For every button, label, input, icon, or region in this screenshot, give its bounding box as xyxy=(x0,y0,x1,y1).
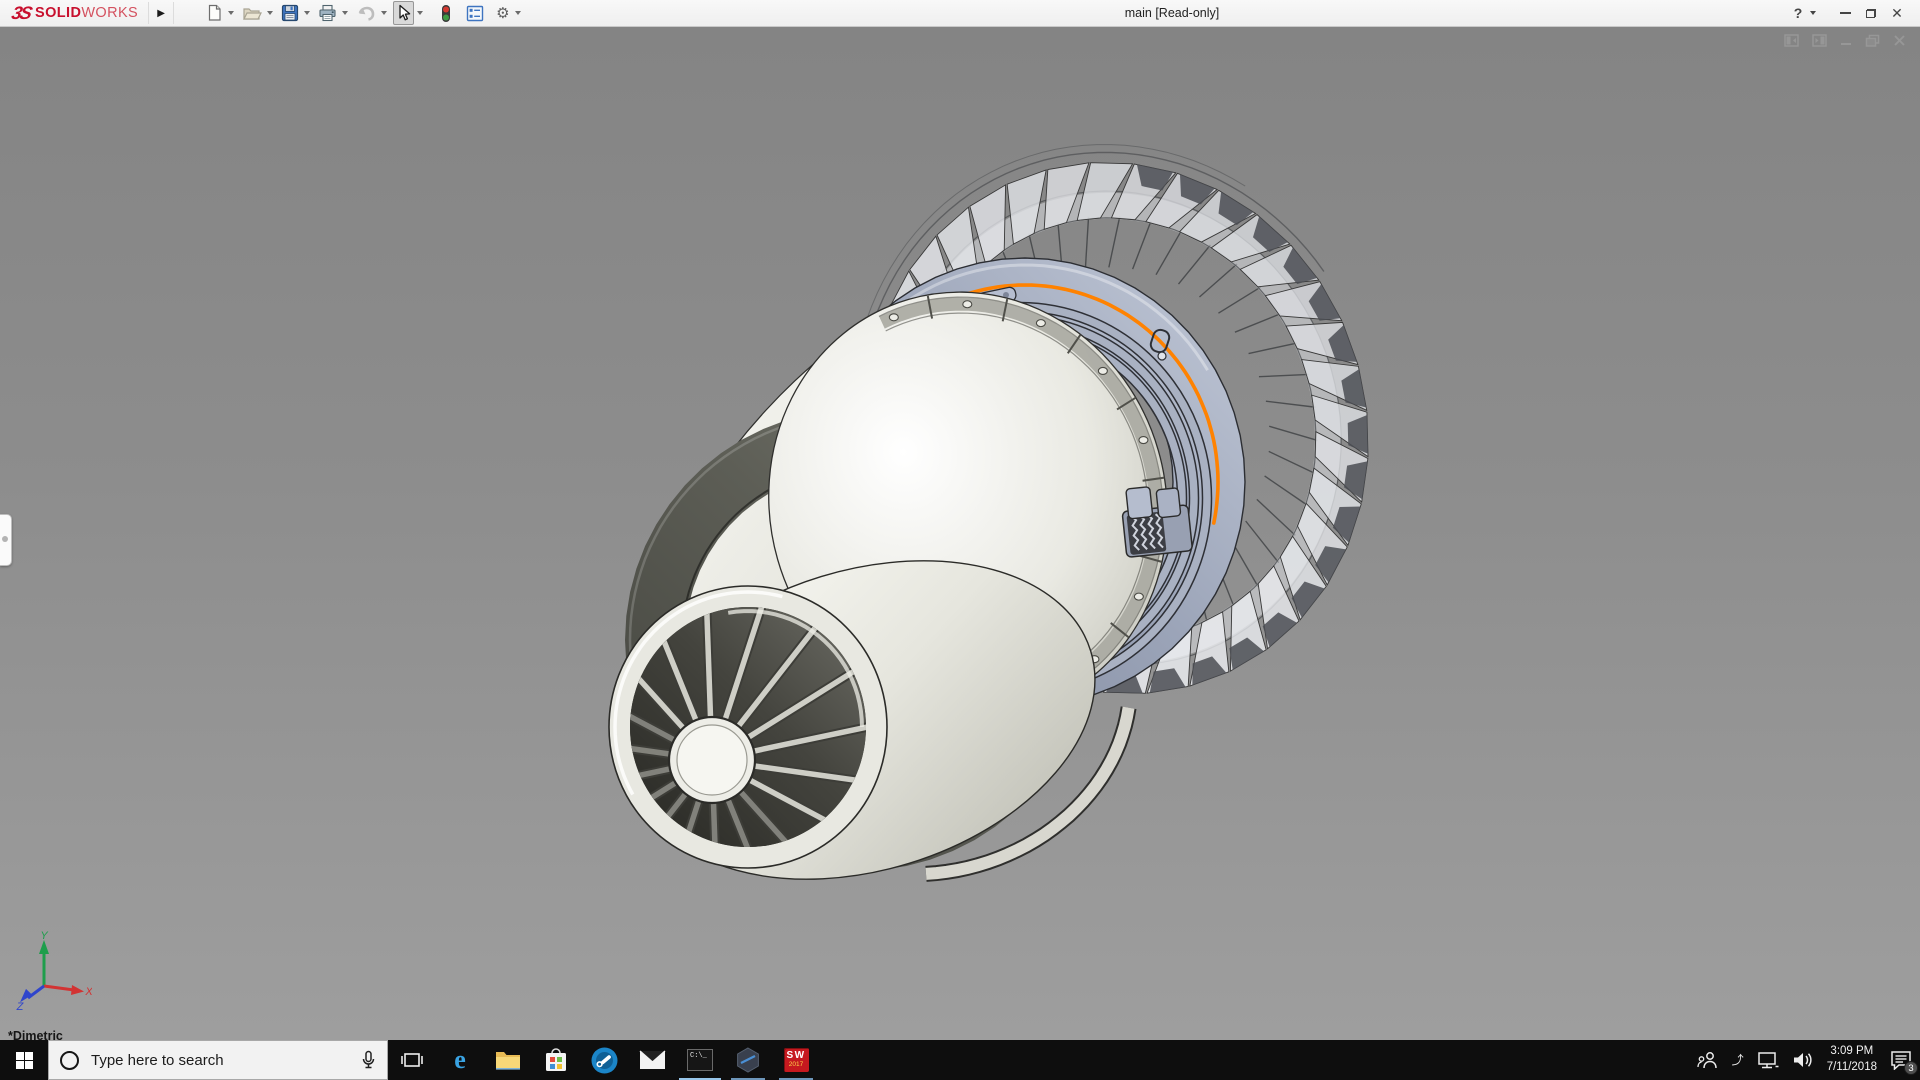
select-tool-button[interactable] xyxy=(393,1,414,25)
undo-dropdown[interactable] xyxy=(381,11,387,15)
new-document-button[interactable] xyxy=(204,1,225,25)
gear-icon: ⚙ xyxy=(496,6,509,21)
taskbar-search-box[interactable]: Type here to search xyxy=(48,1040,388,1080)
windows-logo-icon xyxy=(16,1052,33,1069)
people-icon[interactable] xyxy=(1697,1051,1719,1069)
undo-button[interactable] xyxy=(354,2,378,25)
store-button[interactable] xyxy=(532,1040,580,1080)
triad-y-label: Y xyxy=(40,930,48,942)
triad-z-label: Z xyxy=(16,1001,25,1010)
hexagon-app-icon xyxy=(735,1047,761,1073)
restore-document-icon[interactable] xyxy=(1865,34,1880,47)
edge-button[interactable]: e xyxy=(436,1040,484,1080)
show-pane-left-icon[interactable] xyxy=(1784,34,1799,47)
search-placeholder: Type here to search xyxy=(91,1052,349,1069)
document-window-controls xyxy=(1784,34,1906,47)
hexagon-app-button[interactable] xyxy=(724,1040,772,1080)
print-icon xyxy=(318,4,337,22)
cortana-icon xyxy=(60,1051,79,1070)
jet-engine-model[interactable] xyxy=(0,26,1920,1040)
view-orientation-label: *Dimetric xyxy=(8,1029,63,1040)
edge-icon: e xyxy=(447,1047,473,1073)
task-view-button[interactable] xyxy=(388,1040,436,1080)
notification-count-badge: 3 xyxy=(1904,1061,1918,1075)
featuremanager-flyout-tab[interactable] xyxy=(0,514,12,566)
file-explorer-icon xyxy=(495,1049,521,1071)
get-help-button[interactable] xyxy=(580,1040,628,1080)
new-document-dropdown[interactable] xyxy=(228,11,234,15)
window-controls: ? ✕ xyxy=(1789,0,1910,26)
orientation-triad: Y X Z xyxy=(14,930,92,1010)
open-button[interactable] xyxy=(240,1,264,25)
solidworks-logo: 3S SOLIDWORKS xyxy=(0,0,148,26)
performance-monitor-button[interactable] xyxy=(438,1,454,26)
tray-expand-chevron[interactable]: ⤴ xyxy=(1732,1051,1744,1068)
microphone-icon[interactable] xyxy=(361,1050,376,1070)
print-dropdown[interactable] xyxy=(342,11,348,15)
file-explorer-button[interactable] xyxy=(484,1040,532,1080)
command-prompt-icon: C:\_ xyxy=(687,1049,713,1071)
menu-expand-button[interactable]: ▶ xyxy=(148,2,174,24)
open-dropdown[interactable] xyxy=(267,11,273,15)
store-icon xyxy=(544,1047,568,1073)
tray-clock[interactable]: 3:09 PM 7/11/2018 xyxy=(1827,1044,1877,1075)
minimize-button[interactable] xyxy=(1832,0,1858,26)
options-button[interactable]: ⚙ xyxy=(494,3,511,24)
menu-expand-arrow-icon: ▶ xyxy=(157,8,165,19)
command-prompt-button[interactable]: C:\_ xyxy=(676,1040,724,1080)
graphics-viewport[interactable]: Y X Z *Dimetric xyxy=(0,26,1920,1040)
tray-time: 3:09 PM xyxy=(1827,1044,1877,1060)
solidworks-2017-icon: SW 2017 xyxy=(784,1048,809,1072)
svg-text:e: e xyxy=(454,1047,466,1073)
mail-button[interactable] xyxy=(628,1040,676,1080)
print-button[interactable] xyxy=(316,1,339,25)
save-floppy-icon xyxy=(281,4,299,22)
title-bar: 3S SOLIDWORKS ▶ xyxy=(0,0,1920,27)
close-document-icon[interactable] xyxy=(1893,34,1906,47)
design-library-icon xyxy=(466,5,484,22)
wrench-circle-icon xyxy=(591,1047,618,1074)
save-button[interactable] xyxy=(279,1,301,25)
triad-x-label: X xyxy=(84,986,92,998)
quick-access-toolbar: ⚙ xyxy=(204,1,526,26)
mail-icon xyxy=(639,1050,666,1070)
start-button[interactable] xyxy=(0,1040,48,1080)
windows-taskbar: Type here to search e xyxy=(0,1040,1920,1080)
speaker-icon[interactable] xyxy=(1792,1051,1814,1069)
close-button[interactable]: ✕ xyxy=(1884,0,1910,26)
task-view-icon xyxy=(401,1050,423,1070)
window-title: main [Read-only] xyxy=(1072,0,1272,26)
network-icon[interactable] xyxy=(1757,1051,1779,1069)
solidworks-logo-mark-icon: 3S xyxy=(9,3,32,24)
select-tool-dropdown[interactable] xyxy=(417,11,423,15)
logo-text-solid: SOLID xyxy=(35,5,81,21)
open-folder-icon xyxy=(242,4,262,22)
logo-text-works: WORKS xyxy=(81,5,138,21)
restore-button[interactable] xyxy=(1858,0,1884,26)
solidworks-2017-button[interactable]: SW 2017 xyxy=(772,1040,820,1080)
undo-icon xyxy=(356,5,376,22)
system-tray: ⤴ 3:09 PM 7/11/2018 3 xyxy=(1697,1040,1920,1080)
save-dropdown[interactable] xyxy=(304,11,310,15)
minimize-document-icon[interactable] xyxy=(1840,34,1852,47)
help-button[interactable]: ? xyxy=(1789,0,1807,26)
select-cursor-icon xyxy=(395,4,412,22)
help-dropdown[interactable] xyxy=(1810,11,1816,15)
performance-monitor-icon xyxy=(440,4,452,23)
design-library-button[interactable] xyxy=(464,2,486,25)
new-document-icon xyxy=(206,4,223,22)
tray-date: 7/11/2018 xyxy=(1827,1060,1877,1076)
show-pane-right-icon[interactable] xyxy=(1812,34,1827,47)
options-dropdown[interactable] xyxy=(515,11,521,15)
action-center-button[interactable]: 3 xyxy=(1890,1050,1912,1070)
